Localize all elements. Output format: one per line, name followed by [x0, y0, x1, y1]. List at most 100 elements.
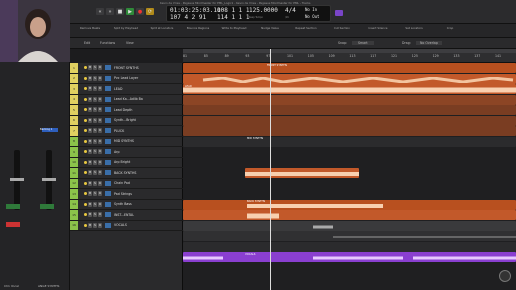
track-header[interactable]: 5 M S R Lead Depth — [70, 105, 183, 116]
record-enable-icon[interactable] — [84, 129, 87, 133]
track-header[interactable]: 4 M S R Lead Ka...Adlib Ba — [70, 94, 183, 105]
region-lead-depth[interactable] — [183, 105, 516, 115]
channel2-fader-cap[interactable] — [42, 178, 56, 181]
marker-lane[interactable] — [183, 49, 516, 53]
track-header[interactable]: 7 M S R PLUCK — [70, 126, 183, 137]
toolbar-button[interactable]: Bounce Regions — [182, 26, 214, 30]
record-enable-icon[interactable] — [84, 160, 87, 164]
solo-button[interactable]: S — [93, 65, 97, 71]
mute-button[interactable]: M — [88, 128, 92, 134]
record-enable-icon[interactable] — [84, 223, 87, 227]
record-arm-button[interactable]: R — [98, 159, 102, 165]
solo-button[interactable]: S — [93, 180, 97, 186]
region-mid-synths[interactable]: MID SYNTHS — [183, 136, 516, 147]
edit-menu[interactable]: Edit — [84, 41, 90, 45]
track-header[interactable]: 14 M S R Synth Bass — [70, 199, 183, 210]
tracks-area[interactable]: FRONT SYNTHS LEAD MID SYNTHS BACK SYNTHS… — [183, 63, 516, 290]
track-header[interactable]: 8 M S R MID SYNTHS — [70, 136, 183, 147]
snap-select[interactable]: Smart — [352, 41, 374, 45]
record-arm-button[interactable]: R — [98, 180, 102, 186]
track-header[interactable]: 3 M S R LEAD — [70, 84, 183, 95]
solo-button[interactable]: S — [93, 75, 97, 81]
solo-button[interactable]: S — [93, 149, 97, 155]
region-synth-bass[interactable] — [183, 231, 516, 241]
solo-button[interactable]: S — [93, 96, 97, 102]
track-header[interactable]: 15 M S R INST...ENTAL — [70, 210, 183, 221]
stop-button[interactable]: ■ — [116, 8, 124, 15]
mute-button[interactable]: M — [88, 222, 92, 228]
record-enable-icon[interactable] — [84, 192, 87, 196]
solo-button[interactable]: S — [93, 107, 97, 113]
toolbar-button[interactable]: Nudge Value — [254, 26, 286, 30]
solo-button[interactable]: S — [93, 159, 97, 165]
toolbar-button[interactable]: Split at Locators — [146, 26, 178, 30]
mute-button[interactable]: M — [88, 170, 92, 176]
track-header[interactable]: 1 M S R FRONT SYNTHS — [70, 63, 183, 74]
toolbar-button[interactable]: Write to Playhead — [218, 26, 250, 30]
bar-ruler[interactable]: 81 85 89 93 97 101 105 109 113 117 121 125 129 133 137… — [183, 49, 516, 63]
record-enable-icon[interactable] — [84, 97, 87, 101]
channel2-read-button[interactable] — [40, 204, 54, 209]
record-enable-icon[interactable] — [84, 171, 87, 175]
region-vocals[interactable]: VOCALS — [183, 252, 516, 262]
region-back-synths[interactable]: BACK SYNTHS — [183, 199, 516, 210]
drag-select[interactable]: No Overlap — [416, 41, 442, 45]
record-enable-icon[interactable] — [84, 108, 87, 112]
functions-menu[interactable]: Functions — [100, 41, 115, 45]
track-header[interactable]: 16 M S R VOCALS — [70, 220, 183, 231]
record-enable-icon[interactable] — [84, 139, 87, 143]
solo-button[interactable]: S — [93, 191, 97, 197]
solo-button[interactable]: S — [93, 117, 97, 123]
solo-button[interactable]: S — [93, 212, 97, 218]
region-front-synths[interactable]: FRONT SYNTHS — [183, 63, 516, 73]
mute-button[interactable]: M — [88, 117, 92, 123]
record-arm-button[interactable]: R — [98, 96, 102, 102]
record-enable-icon[interactable] — [84, 202, 87, 206]
channel1-mute-button[interactable] — [6, 222, 20, 227]
record-arm-button[interactable]: R — [98, 128, 102, 134]
toolbar-button[interactable]: Cut Section — [326, 26, 358, 30]
forward-button[interactable]: » — [106, 8, 114, 15]
region-chain-pad[interactable] — [183, 210, 516, 220]
record-enable-icon[interactable] — [84, 118, 87, 122]
record-arm-button[interactable]: R — [98, 170, 102, 176]
mute-button[interactable]: M — [88, 96, 92, 102]
track-header[interactable]: 10 M S R Arp Bright — [70, 157, 183, 168]
mute-button[interactable]: M — [88, 149, 92, 155]
record-arm-button[interactable]: R — [98, 138, 102, 144]
region-lead-adlib[interactable] — [183, 94, 516, 105]
view-menu[interactable]: View — [126, 41, 134, 45]
track-header[interactable]: 9 M S R Arp — [70, 147, 183, 158]
region-lead[interactable]: LEAD — [183, 84, 516, 94]
toolbar-button[interactable]: Crop — [434, 26, 466, 30]
solo-button[interactable]: S — [93, 86, 97, 92]
region-synth-bright[interactable] — [183, 115, 516, 126]
solo-button[interactable]: S — [93, 128, 97, 134]
mute-button[interactable]: M — [88, 191, 92, 197]
mute-button[interactable]: M — [88, 180, 92, 186]
solo-button[interactable]: S — [93, 170, 97, 176]
playhead[interactable] — [270, 49, 271, 290]
record-button[interactable]: ● — [136, 8, 144, 15]
track-header[interactable]: 13 M S R Pad Strings — [70, 189, 183, 200]
record-arm-button[interactable]: R — [98, 86, 102, 92]
record-enable-icon[interactable] — [84, 213, 87, 217]
region-pad-strings[interactable] — [183, 220, 516, 231]
solo-button[interactable]: S — [93, 138, 97, 144]
record-arm-button[interactable]: R — [98, 191, 102, 197]
record-enable-icon[interactable] — [84, 150, 87, 154]
toolbar-button[interactable]: Set Locators — [398, 26, 430, 30]
mute-button[interactable]: M — [88, 159, 92, 165]
lcd-display[interactable]: 01:03:25:03.10 107 4 2 91 108 1 1 1 114 … — [166, 5, 331, 22]
channel1-read-button[interactable] — [6, 204, 20, 209]
toolbar-button[interactable]: Remove Beats — [74, 26, 106, 30]
mute-button[interactable]: M — [88, 107, 92, 113]
record-arm-button[interactable]: R — [98, 201, 102, 207]
mute-button[interactable]: M — [88, 138, 92, 144]
record-arm-button[interactable]: R — [98, 117, 102, 123]
record-enable-icon[interactable] — [84, 66, 87, 70]
record-arm-button[interactable]: R — [98, 149, 102, 155]
record-enable-icon[interactable] — [84, 87, 87, 91]
record-enable-icon[interactable] — [84, 76, 87, 80]
mute-button[interactable]: M — [88, 65, 92, 71]
